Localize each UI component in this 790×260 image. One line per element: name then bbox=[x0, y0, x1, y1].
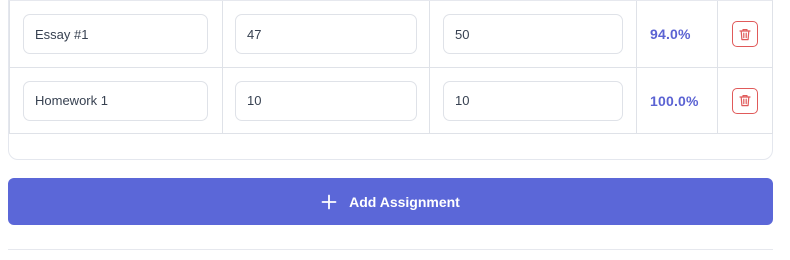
trash-icon bbox=[739, 95, 751, 107]
trash-icon bbox=[739, 28, 751, 40]
total-input[interactable]: 10 bbox=[443, 80, 623, 121]
assignments-panel: Essay #1 47 50 94.0% Homework 1 10 10 10… bbox=[0, 0, 790, 260]
percent-value: 100.0% bbox=[650, 92, 699, 109]
score-cell: 47 bbox=[223, 1, 430, 67]
total-cell: 10 bbox=[430, 68, 637, 133]
percent-cell: 94.0% bbox=[637, 1, 718, 67]
score-value: 10 bbox=[247, 93, 262, 108]
add-assignment-label: Add Assignment bbox=[349, 193, 460, 210]
percent-value: 94.0% bbox=[650, 26, 691, 42]
delete-cell bbox=[718, 1, 772, 67]
table-row: Homework 1 10 10 100.0% bbox=[10, 68, 772, 134]
assignment-name-value: Homework 1 bbox=[35, 93, 108, 108]
percent-cell: 100.0% bbox=[637, 68, 718, 133]
assignment-name-input[interactable]: Essay #1 bbox=[23, 14, 208, 54]
name-cell: Homework 1 bbox=[10, 68, 223, 133]
delete-button[interactable] bbox=[732, 87, 758, 114]
total-value: 10 bbox=[455, 93, 470, 108]
table-row: Essay #1 47 50 94.0% bbox=[10, 1, 772, 68]
score-input[interactable]: 47 bbox=[235, 14, 417, 54]
assignment-name-value: Essay #1 bbox=[35, 26, 89, 42]
total-input[interactable]: 50 bbox=[443, 14, 623, 54]
total-cell: 50 bbox=[430, 1, 637, 67]
add-assignment-button[interactable]: Add Assignment bbox=[8, 178, 773, 225]
score-input[interactable]: 10 bbox=[235, 80, 417, 121]
section-divider bbox=[8, 249, 773, 250]
assignments-table: Essay #1 47 50 94.0% Homework 1 10 10 10… bbox=[9, 0, 773, 134]
name-cell: Essay #1 bbox=[10, 1, 223, 67]
plus-icon bbox=[321, 194, 337, 210]
delete-button[interactable] bbox=[732, 21, 758, 47]
total-value: 50 bbox=[455, 26, 470, 42]
assignment-name-input[interactable]: Homework 1 bbox=[23, 80, 208, 121]
score-value: 47 bbox=[247, 26, 262, 42]
score-cell: 10 bbox=[223, 68, 430, 133]
delete-cell bbox=[718, 68, 772, 133]
